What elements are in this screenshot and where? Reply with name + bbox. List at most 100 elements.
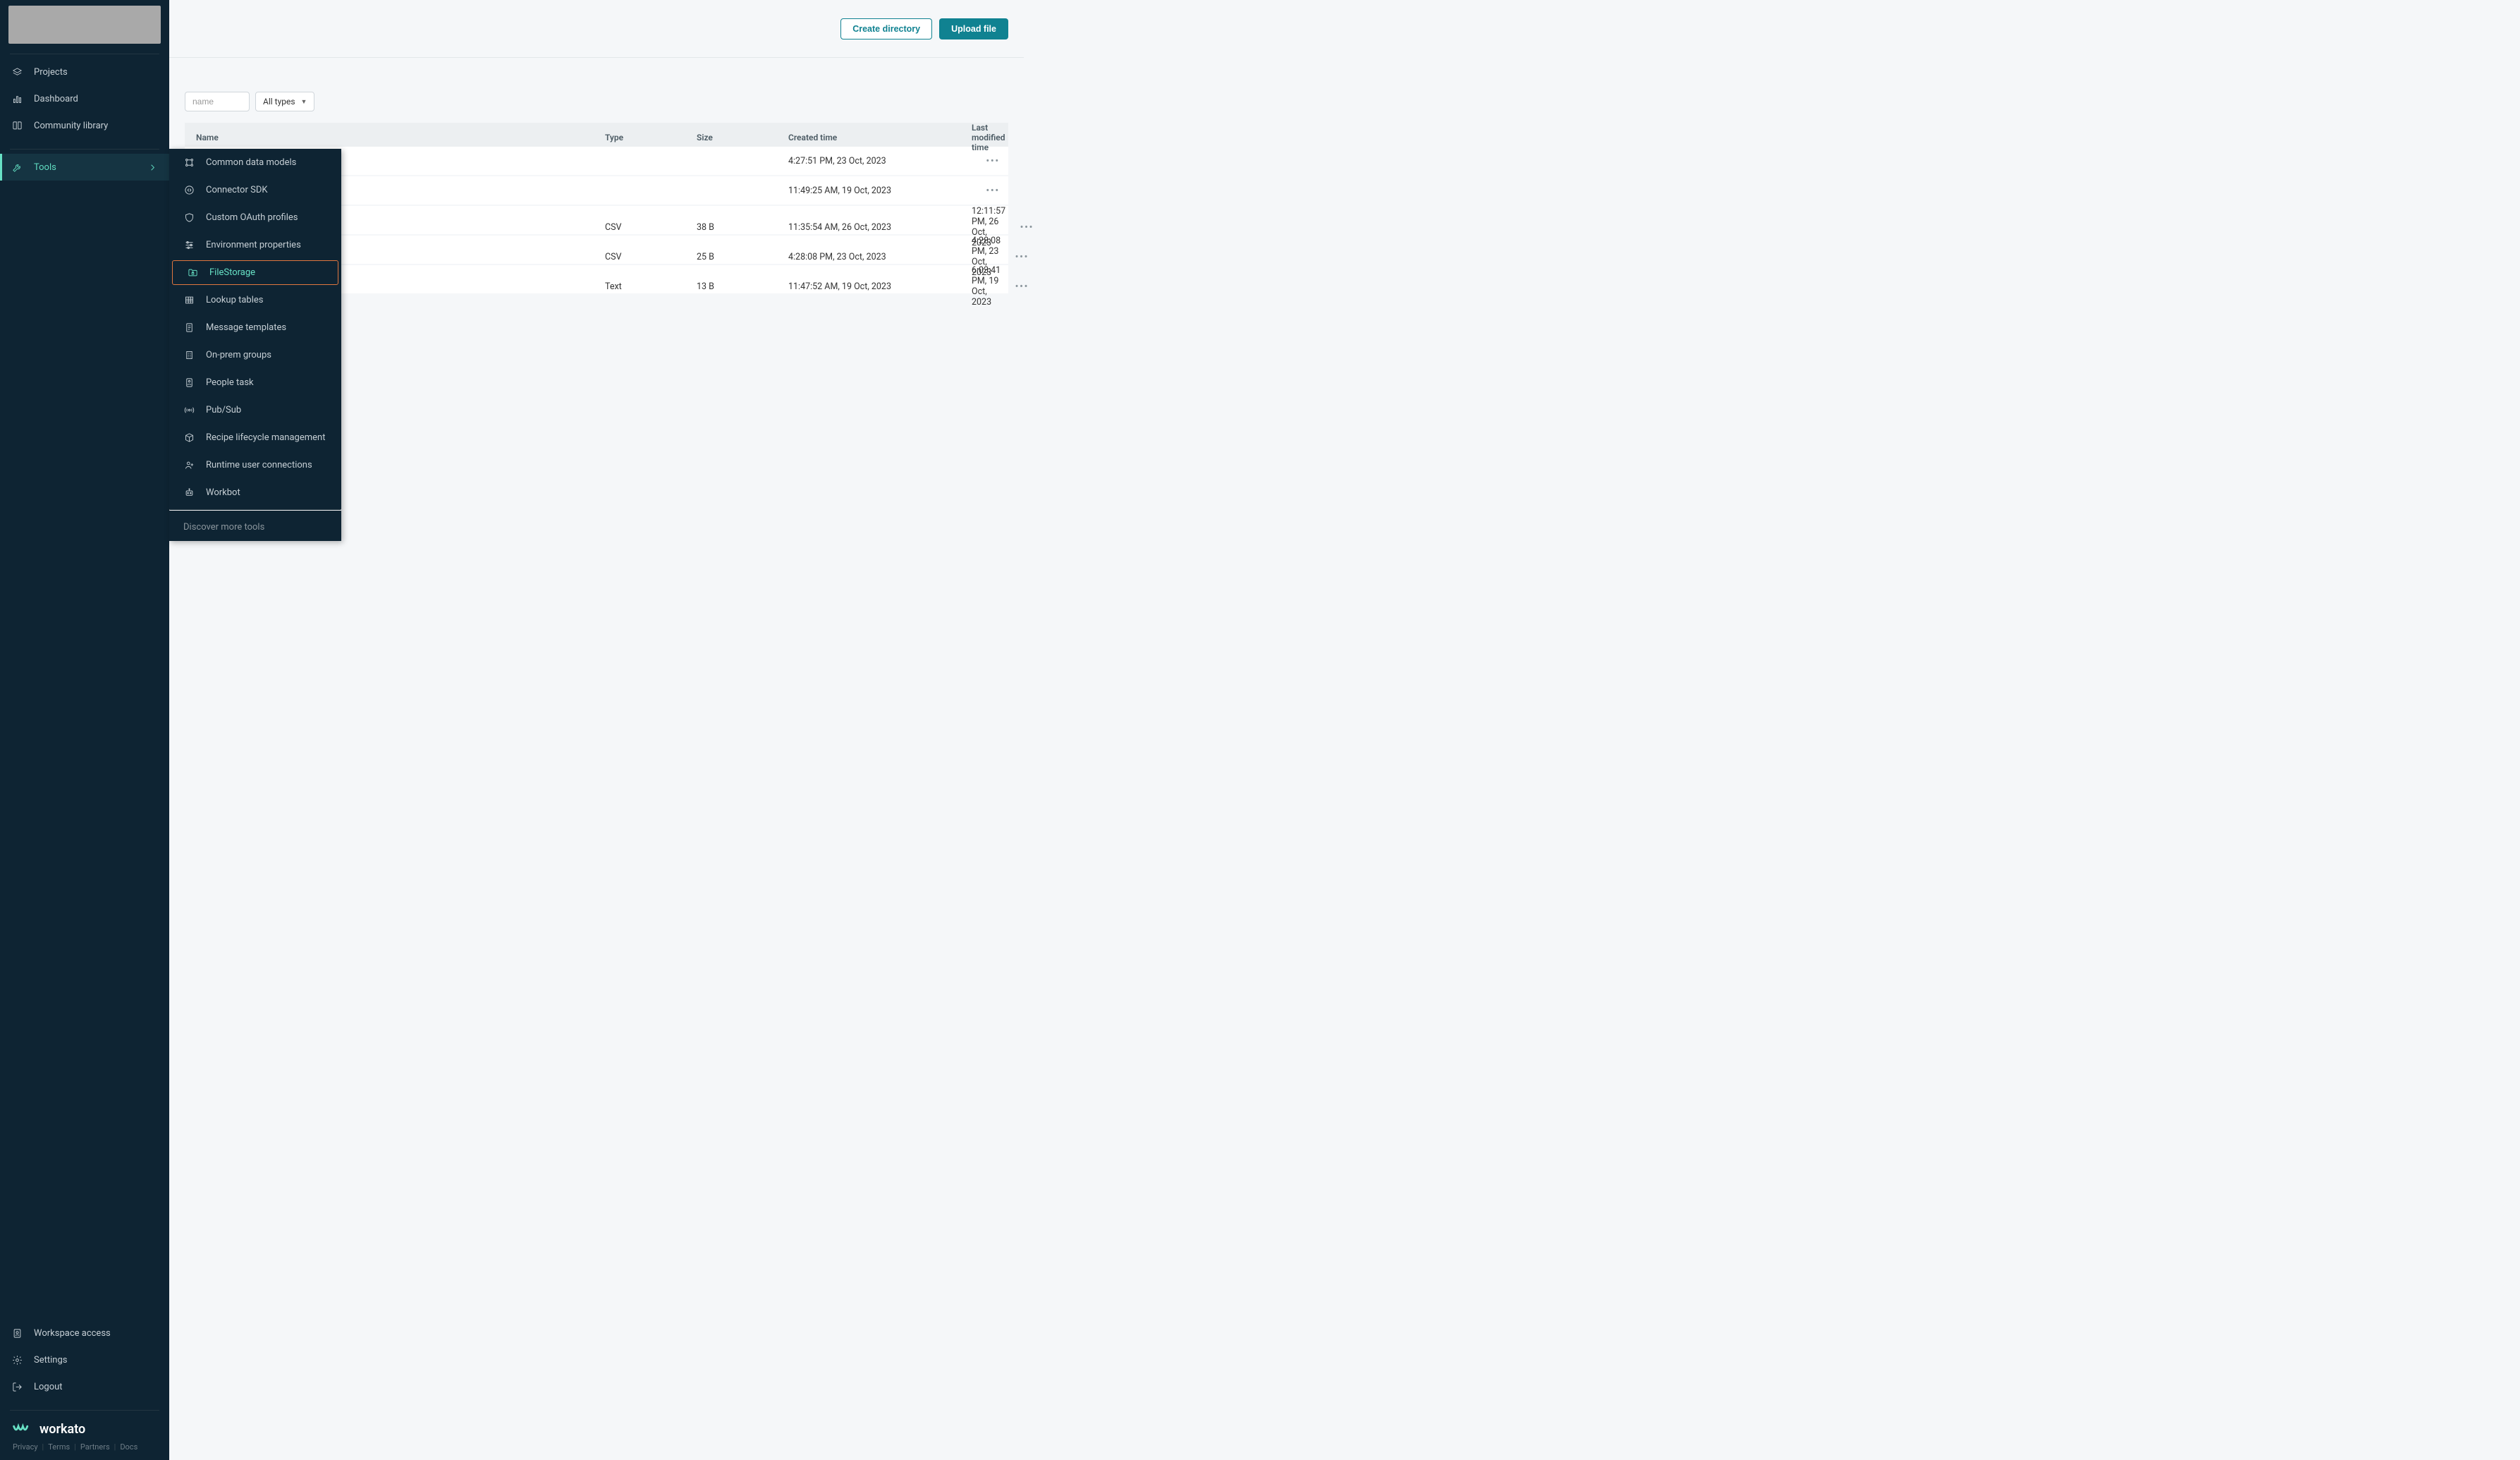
bot-icon	[183, 487, 195, 499]
tool-recipe-lifecycle[interactable]: Recipe lifecycle management	[169, 424, 341, 451]
col-type: Type	[605, 133, 697, 142]
tool-label: On-prem groups	[206, 350, 271, 360]
nav-label: Logout	[34, 1382, 63, 1392]
layers-icon	[11, 66, 23, 78]
tool-label: Environment properties	[206, 240, 301, 250]
nav-logout[interactable]: Logout	[0, 1373, 169, 1400]
tool-filestorage[interactable]: FileStorage	[172, 260, 338, 285]
create-directory-button[interactable]: Create directory	[840, 18, 932, 39]
user-badge-icon	[11, 1327, 23, 1339]
row-actions-icon[interactable]: •••	[1001, 252, 1029, 262]
tool-label: Common data models	[206, 157, 296, 168]
tool-discover-more[interactable]: Discover more tools	[169, 513, 341, 541]
person-icon	[183, 377, 195, 389]
caret-down-icon: ▼	[301, 98, 307, 106]
tools-submenu: Common data models Connector SDK Custom …	[169, 149, 341, 541]
search-input[interactable]	[185, 92, 250, 111]
table-header: Name Type Size Created time Last modifie…	[185, 123, 1008, 147]
brand-logo: workato	[0, 1415, 169, 1442]
cell-created: 4:28:08 PM, 23 Oct, 2023	[788, 252, 972, 262]
footer-links: Privacy| Terms| Partners| Docs	[0, 1442, 169, 1452]
cell-created: 11:35:54 AM, 26 Oct, 2023	[788, 222, 972, 233]
discover-label: Discover more tools	[183, 522, 264, 533]
broadcast-icon	[183, 405, 195, 416]
gear-icon	[11, 1354, 23, 1365]
nav-label: Settings	[34, 1355, 67, 1365]
tool-onprem-groups[interactable]: On-prem groups	[169, 341, 341, 369]
row-actions-icon[interactable]: •••	[1005, 222, 1034, 233]
tool-label: Message templates	[206, 322, 286, 333]
upload-file-button[interactable]: Upload file	[939, 18, 1008, 39]
cell-type: CSV	[605, 252, 697, 262]
cell-type: Text	[605, 281, 697, 292]
type-filter-dropdown[interactable]: All types ▼	[255, 92, 314, 111]
row-actions-icon[interactable]: •••	[972, 156, 1000, 166]
shield-icon	[183, 212, 195, 224]
cell-created: 4:27:51 PM, 23 Oct, 2023	[788, 156, 972, 166]
user-plus-icon	[183, 460, 195, 471]
circle-arrows-icon	[183, 185, 195, 196]
link-privacy[interactable]: Privacy	[13, 1442, 38, 1452]
tool-connector-sdk[interactable]: Connector SDK	[169, 176, 341, 204]
folder-lock-icon	[187, 267, 198, 279]
filters-bar: All types ▼	[169, 58, 1024, 123]
tool-label: Lookup tables	[206, 295, 264, 305]
topbar: Create directory Upload file	[169, 0, 1024, 58]
dropdown-label: All types	[263, 97, 295, 107]
col-size: Size	[697, 133, 788, 142]
tool-label: Workbot	[206, 487, 240, 498]
tool-label: People task	[206, 377, 254, 388]
tool-workbot[interactable]: Workbot	[169, 479, 341, 506]
nav-settings[interactable]: Settings	[0, 1346, 169, 1373]
nav-tools[interactable]: Tools	[0, 154, 169, 181]
tool-runtime-user-connections[interactable]: Runtime user connections	[169, 451, 341, 479]
tool-label: Recipe lifecycle management	[206, 432, 325, 443]
doc-icon	[183, 322, 195, 334]
link-partners[interactable]: Partners	[80, 1442, 110, 1452]
tool-label: FileStorage	[209, 267, 255, 278]
chevron-right-icon	[147, 162, 158, 173]
tool-lookup-tables[interactable]: Lookup tables	[169, 286, 341, 314]
nav-projects[interactable]: Projects	[0, 59, 169, 85]
logout-icon	[11, 1381, 23, 1392]
nav-community-library[interactable]: Community library	[0, 112, 169, 139]
tool-pubsub[interactable]: Pub/Sub	[169, 396, 341, 424]
nav-workspace-access[interactable]: Workspace access	[0, 1320, 169, 1346]
tool-environment-properties[interactable]: Environment properties	[169, 231, 341, 259]
tool-custom-oauth[interactable]: Custom OAuth profiles	[169, 204, 341, 231]
wrench-icon	[11, 162, 23, 173]
nav-label: Workspace access	[34, 1328, 111, 1339]
cell-created: 11:49:25 AM, 19 Oct, 2023	[788, 185, 972, 196]
tool-message-templates[interactable]: Message templates	[169, 314, 341, 341]
tool-label: Pub/Sub	[206, 405, 241, 415]
divider	[10, 149, 159, 150]
workspace-logo-placeholder	[8, 6, 161, 44]
link-docs[interactable]: Docs	[120, 1442, 137, 1452]
workato-mark-icon	[13, 1423, 35, 1436]
col-name: Name	[196, 133, 605, 142]
cell-size: 38 B	[697, 222, 788, 233]
row-actions-icon[interactable]: •••	[1001, 281, 1029, 292]
col-created: Created time	[788, 133, 972, 142]
tool-people-task[interactable]: People task	[169, 369, 341, 396]
tool-common-data-models[interactable]: Common data models	[169, 149, 341, 176]
nav-label: Dashboard	[34, 94, 78, 104]
sliders-icon	[183, 240, 195, 251]
col-modified: Last modified time	[972, 123, 1005, 152]
link-terms[interactable]: Terms	[48, 1442, 70, 1452]
nav-dashboard[interactable]: Dashboard	[0, 85, 169, 112]
row-actions-icon[interactable]: •••	[972, 185, 1000, 196]
cell-size: 25 B	[697, 252, 788, 262]
tool-label: Custom OAuth profiles	[206, 212, 298, 223]
cell-size: 13 B	[697, 281, 788, 292]
nav-label: Community library	[34, 121, 108, 131]
building-icon	[183, 350, 195, 361]
cell-modified: 6:03:41 PM, 19 Oct, 2023	[972, 265, 1001, 308]
cell-created: 11:47:52 AM, 19 Oct, 2023	[788, 281, 972, 292]
book-icon	[11, 120, 23, 131]
chart-icon	[11, 93, 23, 104]
table-icon	[183, 295, 195, 306]
nodes-icon	[183, 157, 195, 169]
package-icon	[183, 432, 195, 444]
divider	[169, 509, 341, 511]
